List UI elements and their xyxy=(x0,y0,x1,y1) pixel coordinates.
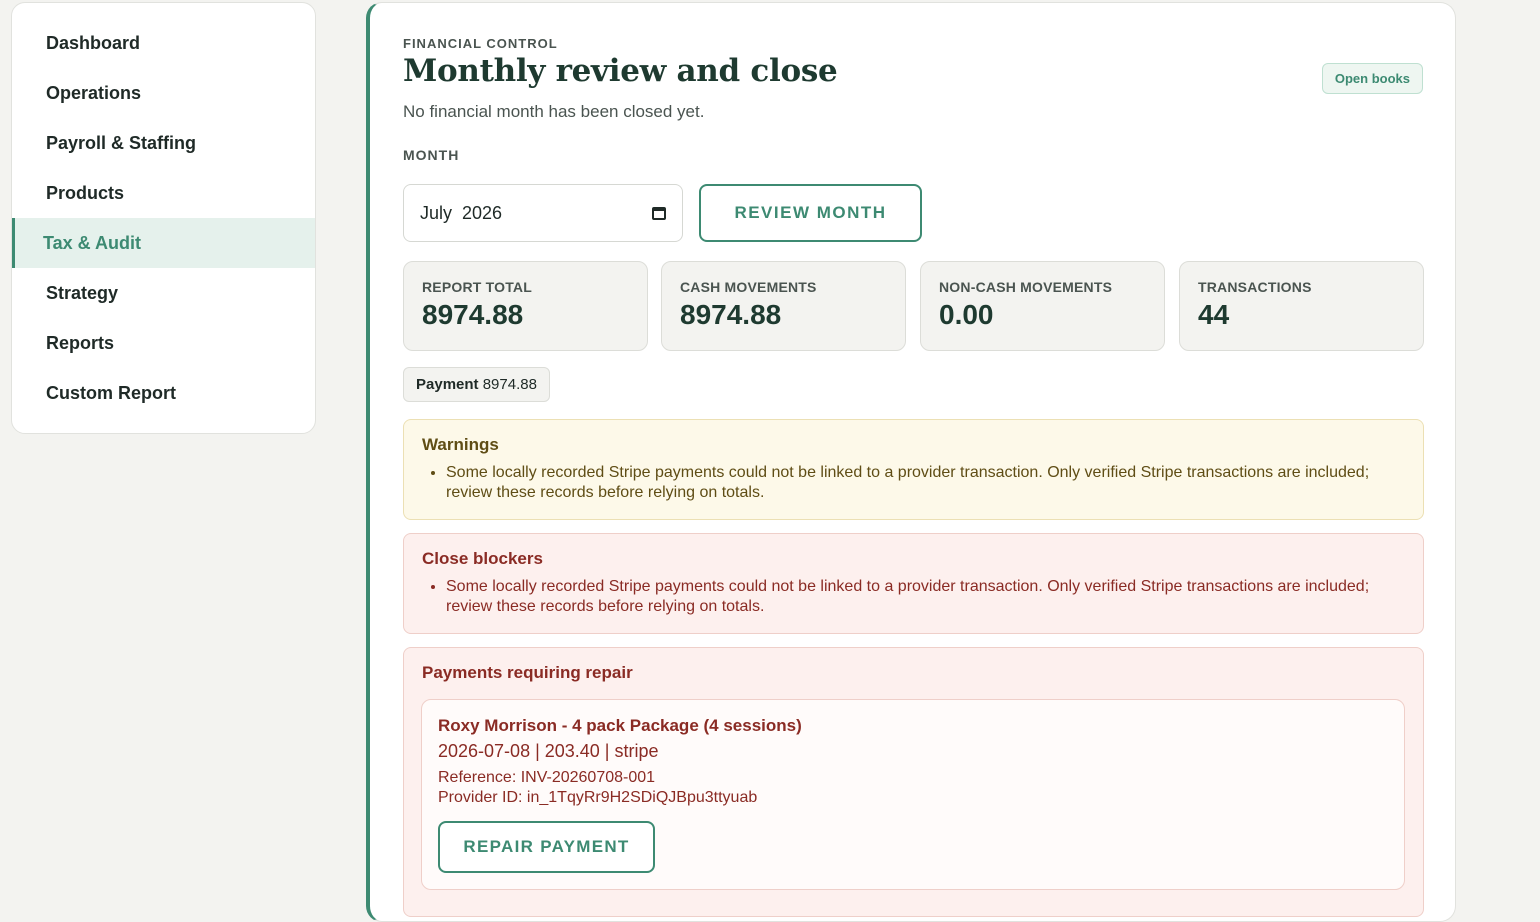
sidebar-item-payroll-staffing[interactable]: Payroll & Staffing xyxy=(12,118,315,168)
payment-meta: 2026-07-08 | 203.40 | stripe xyxy=(438,741,659,761)
warnings-panel: Warnings Some locally recorded Stripe pa… xyxy=(403,419,1424,520)
stat-card-report-total: REPORT TOTAL 8974.88 xyxy=(403,261,648,351)
sidebar-item-dashboard[interactable]: Dashboard xyxy=(12,18,315,68)
blocker-item: Some locally recorded Stripe payments co… xyxy=(446,577,1405,617)
close-blockers-list: Some locally recorded Stripe payments co… xyxy=(422,577,1405,617)
sidebar-item-reports[interactable]: Reports xyxy=(12,318,315,368)
status-badge: Open books xyxy=(1321,63,1423,94)
sidebar-item-tax-audit[interactable]: Tax & Audit xyxy=(12,218,315,268)
calendar-icon[interactable] xyxy=(652,206,666,220)
payment-reference: Reference: INV-20260708-001 xyxy=(438,769,656,786)
payment-provider-id: Provider ID: in_1TqyRr9H2SDiQJBpu3ttyuab xyxy=(438,789,758,806)
section-eyebrow: FINANCIAL CONTROL xyxy=(403,36,558,51)
stat-card-cash-movements: CASH MOVEMENTS 8974.88 xyxy=(661,261,906,351)
payments-repair-title: Payments requiring repair xyxy=(422,663,633,682)
page-subtitle: No financial month has been closed yet. xyxy=(403,102,705,121)
stat-value: 8974.88 xyxy=(422,299,524,330)
repair-payment-button[interactable]: REPAIR PAYMENT xyxy=(438,821,655,873)
warnings-title: Warnings xyxy=(422,435,499,454)
stat-label: NON-CASH MOVEMENTS xyxy=(939,279,1113,295)
stats-row: REPORT TOTAL 8974.88 CASH MOVEMENTS 8974… xyxy=(403,261,1424,351)
stat-card-non-cash-movements: NON-CASH MOVEMENTS 0.00 xyxy=(920,261,1165,351)
warnings-list: Some locally recorded Stripe payments co… xyxy=(422,463,1405,503)
stat-label: REPORT TOTAL xyxy=(422,279,532,295)
warning-item: Some locally recorded Stripe payments co… xyxy=(446,463,1405,503)
stat-label: CASH MOVEMENTS xyxy=(680,279,817,295)
month-value: July 2026 xyxy=(420,202,503,223)
stat-card-transactions: TRANSACTIONS 44 xyxy=(1179,261,1424,351)
close-blockers-panel: Close blockers Some locally recorded Str… xyxy=(403,533,1424,634)
payment-card: Roxy Morrison - 4 pack Package (4 sessio… xyxy=(421,699,1405,890)
page-title: Monthly review and close xyxy=(403,53,838,89)
payments-repair-panel: Payments requiring repair Roxy Morrison … xyxy=(403,647,1424,917)
month-input[interactable]: July 2026 xyxy=(403,184,683,242)
sidebar: Dashboard Operations Payroll & Staffing … xyxy=(11,2,316,434)
sidebar-item-products[interactable]: Products xyxy=(12,168,315,218)
sidebar-item-custom-report[interactable]: Custom Report xyxy=(12,368,315,418)
close-blockers-title: Close blockers xyxy=(422,549,543,568)
stat-value: 0.00 xyxy=(939,299,994,330)
payment-name: Roxy Morrison - 4 pack Package (4 sessio… xyxy=(438,716,802,735)
monthly-review-panel: FINANCIAL CONTROL Monthly review and clo… xyxy=(366,2,1456,922)
sidebar-item-operations[interactable]: Operations xyxy=(12,68,315,118)
sidebar-item-strategy[interactable]: Strategy xyxy=(12,268,315,318)
review-month-button[interactable]: REVIEW MONTH xyxy=(699,184,922,242)
payment-breakdown-pill: Payment 8974.88 xyxy=(403,367,550,402)
stat-value: 44 xyxy=(1198,299,1230,330)
stat-value: 8974.88 xyxy=(680,299,782,330)
breakdown-method: Payment xyxy=(416,376,479,393)
month-label: MONTH xyxy=(403,147,460,163)
stat-label: TRANSACTIONS xyxy=(1198,279,1312,295)
breakdown-amount: 8974.88 xyxy=(482,376,537,393)
